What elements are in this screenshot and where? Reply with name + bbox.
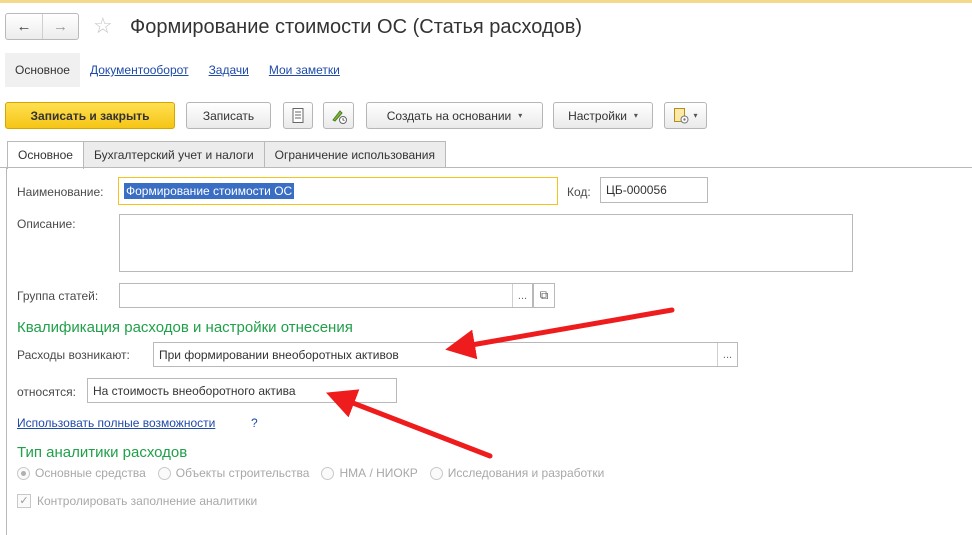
group-open-button[interactable]: ⧉: [533, 283, 555, 308]
code-input-value: ЦБ-000056: [606, 183, 667, 197]
arrow-to-relate-field: [326, 389, 493, 459]
relate-input[interactable]: На стоимость внеоборотного актива: [87, 378, 397, 403]
occur-input[interactable]: При формировании внеоборотных активов ..…: [153, 342, 738, 367]
tab-panel-border: [6, 167, 7, 535]
control-analytics-checkbox[interactable]: ✓ Контролировать заполнение аналитики: [17, 494, 257, 508]
radio-empty-icon: [429, 466, 443, 480]
document-gear-icon: [674, 107, 689, 123]
save-and-close-button[interactable]: Записать и закрыть: [5, 102, 175, 129]
group-input[interactable]: ...: [119, 283, 533, 308]
form-tabs: Основное Бухгалтерский учет и налоги Огр…: [7, 141, 446, 169]
form-tab-main[interactable]: Основное: [7, 141, 84, 169]
tab-main[interactable]: Основное: [5, 53, 80, 87]
relate-label: относятся:: [17, 385, 76, 399]
description-textarea[interactable]: [119, 214, 853, 272]
favorite-star-icon[interactable]: ☆: [93, 13, 113, 39]
name-label: Наименование:: [17, 185, 104, 199]
group-label: Группа статей:: [17, 289, 99, 303]
radio-fixed-assets[interactable]: Основные средства: [17, 466, 146, 480]
page-title: Формирование стоимости ОС (Статья расход…: [130, 16, 583, 38]
group-select-button[interactable]: ...: [512, 284, 532, 307]
open-form-icon: ⧉: [539, 288, 549, 302]
full-capabilities-link[interactable]: Использовать полные возможности: [17, 416, 215, 430]
name-input[interactable]: Формирование стоимости ОС: [118, 177, 558, 205]
tab-docflow[interactable]: Документооборот: [80, 53, 199, 87]
create-based-on-label: Создать на основании: [386, 108, 512, 123]
name-input-value: Формирование стоимости ОС: [124, 183, 295, 199]
pen-clock-icon: [331, 109, 347, 124]
document-list-icon: [292, 108, 304, 123]
report-button[interactable]: [283, 102, 313, 129]
tab-tasks[interactable]: Задачи: [199, 53, 259, 87]
occur-input-value: При формировании внеоборотных активов: [159, 347, 399, 362]
forward-button[interactable]: →: [41, 14, 78, 39]
radio-nma[interactable]: НМА / НИОКР: [321, 466, 418, 480]
code-label: Код:: [567, 185, 591, 199]
top-accent-line: [0, 0, 972, 3]
radio-empty-icon: [321, 466, 335, 480]
help-icon[interactable]: ?: [251, 416, 258, 430]
arrow-left-icon: ←: [16, 18, 32, 35]
caret-down-icon: ▾: [693, 111, 698, 120]
more-actions-button[interactable]: ▾: [664, 102, 707, 129]
control-analytics-label: Контролировать заполнение аналитики: [37, 494, 258, 508]
tab-notes[interactable]: Мои заметки: [259, 53, 350, 87]
radio-label: НМА / НИОКР: [339, 466, 418, 480]
analytics-radio-group: Основные средства Объекты строительства …: [17, 466, 616, 480]
occur-label: Расходы возникают:: [17, 348, 130, 362]
occur-select-button[interactable]: ...: [717, 343, 737, 366]
analytics-heading: Тип аналитики расходов: [17, 444, 188, 461]
caret-down-icon: ▾: [633, 111, 638, 120]
code-input[interactable]: ЦБ-000056: [600, 177, 708, 203]
caret-down-icon: ▾: [518, 111, 523, 120]
checkmark-icon: ✓: [17, 494, 31, 508]
edit-history-button[interactable]: [323, 102, 354, 129]
save-button[interactable]: Записать: [186, 102, 271, 129]
radio-selected-icon: [17, 466, 30, 480]
radio-label: Исследования и разработки: [447, 466, 605, 480]
qualification-heading: Квалификация расходов и настройки отнесе…: [17, 319, 353, 336]
history-nav: ← →: [5, 13, 79, 40]
arrow-right-icon: →: [52, 18, 68, 35]
back-button[interactable]: ←: [6, 14, 42, 39]
settings-button[interactable]: Настройки ▾: [553, 102, 653, 129]
radio-empty-icon: [157, 466, 171, 480]
form-tab-accounting[interactable]: Бухгалтерский учет и налоги: [82, 141, 265, 168]
form-tab-restrictions[interactable]: Ограничение использования: [263, 141, 446, 168]
radio-label: Объекты строительства: [175, 466, 310, 480]
radio-construction[interactable]: Объекты строительства: [157, 466, 310, 480]
radio-label: Основные средства: [35, 466, 146, 480]
section-tabs: Основное Документооборот Задачи Мои заме…: [5, 53, 350, 87]
settings-label: Настройки: [568, 108, 627, 123]
radio-research[interactable]: Исследования и разработки: [429, 466, 605, 480]
relate-input-value: На стоимость внеоборотного актива: [93, 383, 296, 398]
description-label: Описание:: [17, 217, 76, 231]
tab-divider: [0, 167, 972, 168]
create-based-on-button[interactable]: Создать на основании ▾: [366, 102, 543, 129]
